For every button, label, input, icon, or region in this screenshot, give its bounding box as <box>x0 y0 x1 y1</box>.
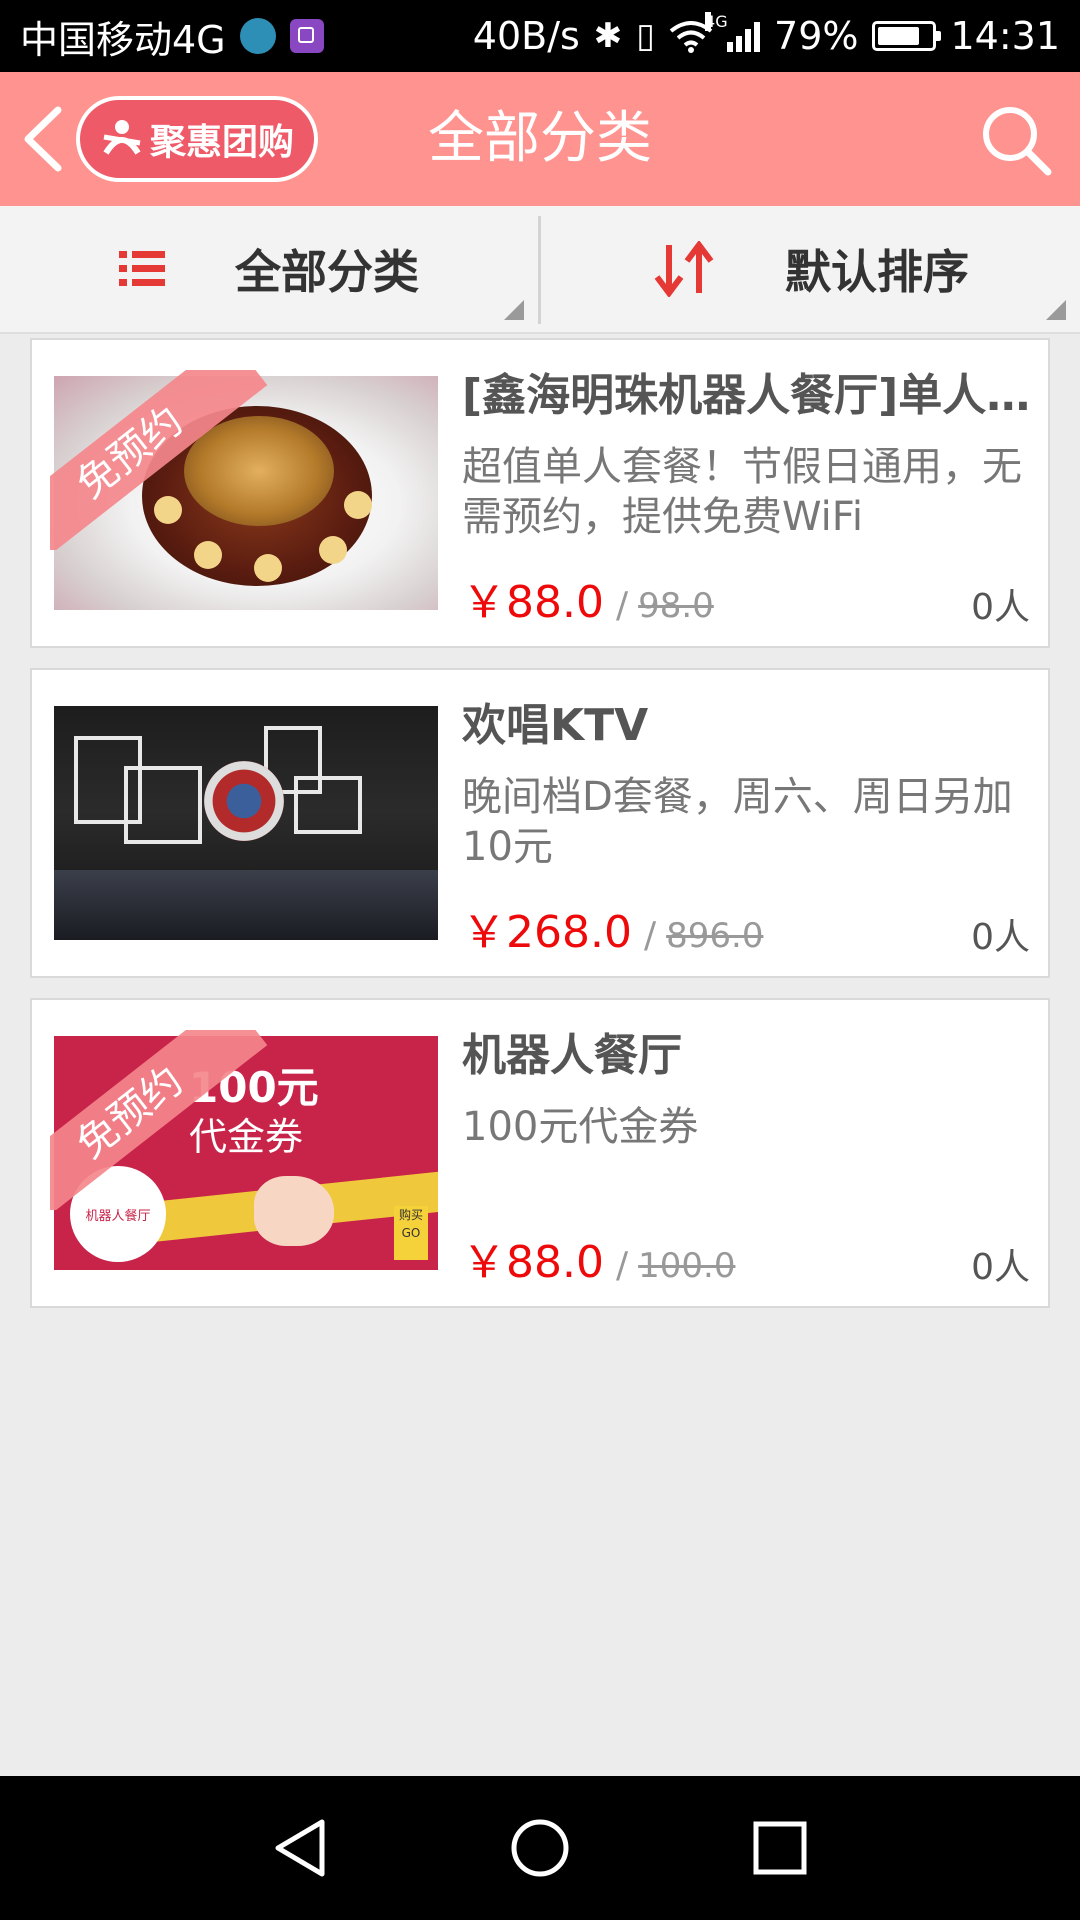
price-row: ￥268.0 / 896.0 <box>462 896 1032 958</box>
status-left: 中国移动4G <box>20 9 324 64</box>
status-bar: 中国移动4G 40B/s ✱ ▯ 4G 79% 14:31 <box>0 0 1080 72</box>
sold-count: 0人 <box>971 1247 1030 1288</box>
filter-bar: 全部分类 默认排序 <box>0 206 1080 334</box>
price-row: ￥88.0 / 100.0 <box>462 1226 1032 1288</box>
deal-thumbnail: 100元 代金券 机器人餐厅 购买GO <box>54 1036 438 1270</box>
voucher-hand <box>254 1176 334 1246</box>
deal-title: 欢唱KTV <box>462 700 649 751</box>
sort-arrows-icon <box>654 241 714 297</box>
list-icon <box>119 251 165 286</box>
original-price: 98.0 <box>638 586 714 626</box>
deal-description: 100元代金券 <box>462 1104 699 1150</box>
deal-card[interactable]: 免预约 [鑫海明珠机器人餐厅]单人套餐 超值单人套餐！节假日通用，无需预约，提供… <box>30 338 1050 648</box>
sort-filter-label: 默认排序 <box>785 245 969 299</box>
voucher-image: 100元 代金券 机器人餐厅 购买GO <box>54 1036 438 1270</box>
current-price: ￥88.0 <box>462 577 604 628</box>
garnish-ball <box>344 491 372 519</box>
dropdown-corner-icon <box>1046 300 1066 320</box>
deal-thumbnail <box>54 706 438 940</box>
sold-count: 0人 <box>971 587 1030 628</box>
garnish-ball <box>254 554 282 582</box>
garnish-ball <box>319 536 347 564</box>
filter-divider <box>538 216 541 324</box>
battery-percent: 79% <box>774 14 859 58</box>
shield-decoration <box>204 761 284 841</box>
category-filter-label: 全部分类 <box>235 245 419 299</box>
sold-count: 0人 <box>971 917 1030 958</box>
wall-panel <box>294 776 362 834</box>
voucher-label: 代金券 <box>189 1115 304 1159</box>
nav-home-icon[interactable] <box>504 1812 576 1884</box>
deal-description: 超值单人套餐！节假日通用，无需预约，提供免费WiFi <box>462 444 1022 540</box>
ktv-image <box>54 706 438 940</box>
deal-title: [鑫海明珠机器人餐厅]单人套餐 <box>462 370 1032 421</box>
voucher-logo-circle: 机器人餐厅 <box>70 1166 166 1262</box>
price-separator: / <box>615 1245 629 1286</box>
clock: 14:31 <box>950 14 1060 58</box>
original-price: 896.0 <box>666 916 764 956</box>
vibrate-icon: ▯ <box>636 16 656 56</box>
voucher-go-tag: 购买GO <box>394 1206 428 1260</box>
system-nav-bar <box>0 1776 1080 1920</box>
dropdown-corner-icon <box>504 300 524 320</box>
deal-card[interactable]: 100元 代金券 机器人餐厅 购买GO 免预约 机器人餐厅 100元代金券 ￥8… <box>30 998 1050 1308</box>
price-row: ￥88.0 / 98.0 <box>462 566 1032 628</box>
signal-icon: 4G <box>705 12 761 52</box>
app-header: 聚惠团购 全部分类 <box>0 72 1080 206</box>
wall-panel <box>124 766 202 844</box>
sort-filter[interactable]: 默认排序 <box>542 206 1080 332</box>
category-filter[interactable]: 全部分类 <box>0 206 538 332</box>
food-image <box>54 376 438 610</box>
deal-card[interactable]: 欢唱KTV 晚间档D套餐，周六、周日另加10元 ￥268.0 / 896.0 0… <box>30 668 1050 978</box>
nav-back-icon[interactable] <box>264 1812 336 1884</box>
nav-recents-icon[interactable] <box>744 1812 816 1884</box>
current-price: ￥268.0 <box>462 907 632 958</box>
deal-title: 机器人餐厅 <box>462 1030 682 1081</box>
battery-fill <box>878 27 920 45</box>
network-speed: 40B/s <box>472 14 580 58</box>
current-price: ￥88.0 <box>462 1237 604 1288</box>
price-separator: / <box>615 585 629 626</box>
deal-description: 晚间档D套餐，周六、周日另加10元 <box>462 774 1013 870</box>
search-icon[interactable] <box>978 102 1054 178</box>
carrier-text: 中国移动4G <box>20 17 226 62</box>
garnish-ball <box>194 541 222 569</box>
deal-thumbnail <box>54 376 438 610</box>
gallery-icon <box>289 19 324 53</box>
bluetooth-icon: ✱ <box>593 16 623 56</box>
price-separator: / <box>643 915 657 956</box>
graduation-cap-icon <box>239 18 276 54</box>
floor-shape <box>54 870 438 940</box>
network-tag: 4G <box>705 12 728 31</box>
abalone-shape <box>184 416 334 526</box>
battery-icon <box>872 21 942 51</box>
page-title: 全部分类 <box>428 106 652 171</box>
garnish-ball <box>154 496 182 524</box>
original-price: 100.0 <box>638 1246 736 1286</box>
status-right: 40B/s ✱ ▯ 4G 79% 14:31 <box>472 12 1060 58</box>
